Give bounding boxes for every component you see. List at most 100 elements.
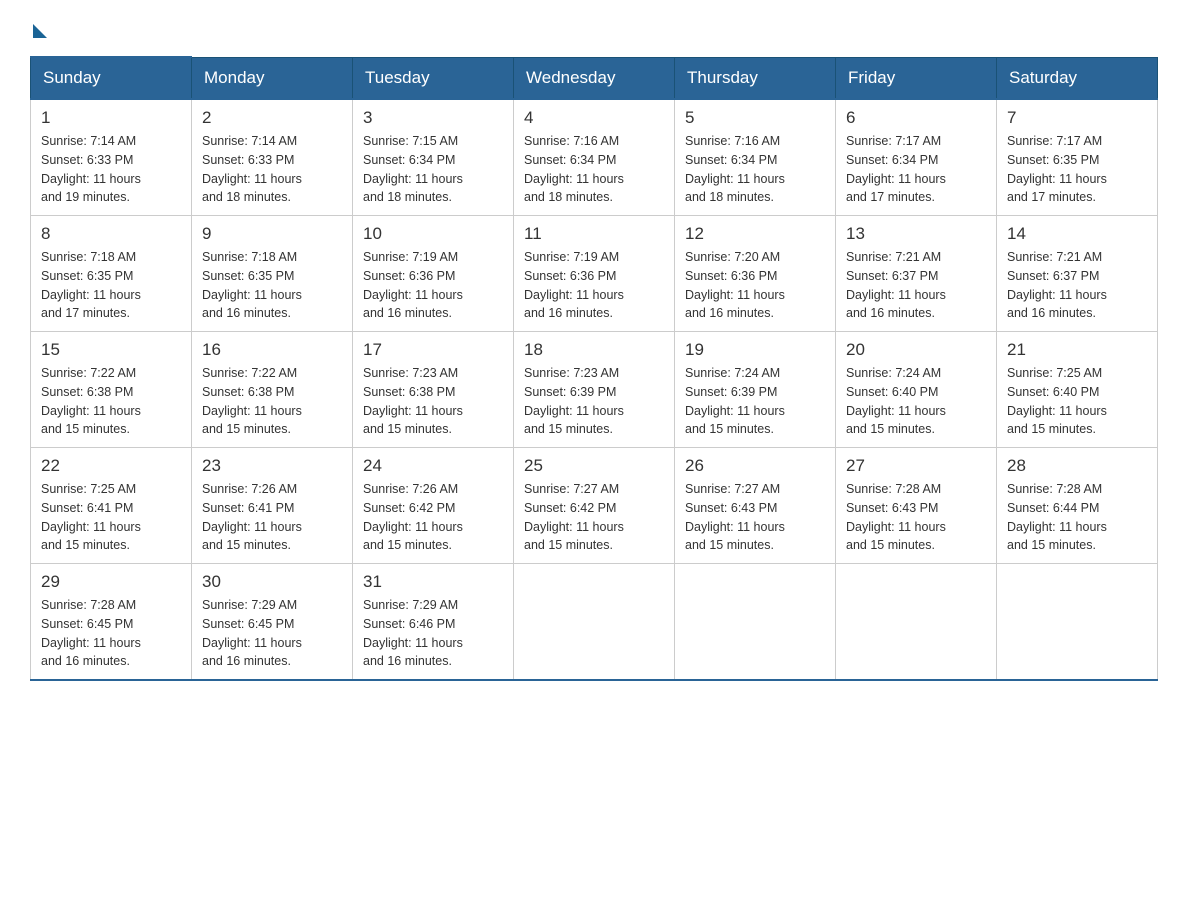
day-number: 19 [685,340,825,360]
day-number: 28 [1007,456,1147,476]
day-info: Sunrise: 7:21 AM Sunset: 6:37 PM Dayligh… [846,248,986,323]
calendar-cell: 12 Sunrise: 7:20 AM Sunset: 6:36 PM Dayl… [675,216,836,332]
day-number: 6 [846,108,986,128]
day-info: Sunrise: 7:16 AM Sunset: 6:34 PM Dayligh… [524,132,664,207]
calendar-cell [997,564,1158,681]
calendar-cell: 2 Sunrise: 7:14 AM Sunset: 6:33 PM Dayli… [192,99,353,216]
calendar-cell: 11 Sunrise: 7:19 AM Sunset: 6:36 PM Dayl… [514,216,675,332]
calendar-cell: 14 Sunrise: 7:21 AM Sunset: 6:37 PM Dayl… [997,216,1158,332]
day-info: Sunrise: 7:27 AM Sunset: 6:42 PM Dayligh… [524,480,664,555]
day-number: 15 [41,340,181,360]
day-number: 4 [524,108,664,128]
calendar-cell: 27 Sunrise: 7:28 AM Sunset: 6:43 PM Dayl… [836,448,997,564]
day-number: 3 [363,108,503,128]
calendar-cell: 28 Sunrise: 7:28 AM Sunset: 6:44 PM Dayl… [997,448,1158,564]
day-info: Sunrise: 7:23 AM Sunset: 6:39 PM Dayligh… [524,364,664,439]
day-number: 31 [363,572,503,592]
day-number: 16 [202,340,342,360]
calendar-cell: 1 Sunrise: 7:14 AM Sunset: 6:33 PM Dayli… [31,99,192,216]
day-number: 10 [363,224,503,244]
calendar-cell: 19 Sunrise: 7:24 AM Sunset: 6:39 PM Dayl… [675,332,836,448]
calendar-cell [836,564,997,681]
day-of-week-header: Monday [192,57,353,99]
calendar-cell [675,564,836,681]
day-number: 18 [524,340,664,360]
day-info: Sunrise: 7:19 AM Sunset: 6:36 PM Dayligh… [363,248,503,323]
calendar-week-row: 22 Sunrise: 7:25 AM Sunset: 6:41 PM Dayl… [31,448,1158,564]
day-number: 23 [202,456,342,476]
calendar-cell: 26 Sunrise: 7:27 AM Sunset: 6:43 PM Dayl… [675,448,836,564]
calendar-cell: 4 Sunrise: 7:16 AM Sunset: 6:34 PM Dayli… [514,99,675,216]
calendar-table: SundayMondayTuesdayWednesdayThursdayFrid… [30,56,1158,681]
day-of-week-header: Thursday [675,57,836,99]
day-of-week-header: Sunday [31,57,192,99]
day-number: 26 [685,456,825,476]
day-info: Sunrise: 7:26 AM Sunset: 6:42 PM Dayligh… [363,480,503,555]
calendar-cell: 22 Sunrise: 7:25 AM Sunset: 6:41 PM Dayl… [31,448,192,564]
day-info: Sunrise: 7:29 AM Sunset: 6:46 PM Dayligh… [363,596,503,671]
calendar-cell: 17 Sunrise: 7:23 AM Sunset: 6:38 PM Dayl… [353,332,514,448]
day-number: 9 [202,224,342,244]
calendar-week-row: 15 Sunrise: 7:22 AM Sunset: 6:38 PM Dayl… [31,332,1158,448]
calendar-cell: 29 Sunrise: 7:28 AM Sunset: 6:45 PM Dayl… [31,564,192,681]
calendar-cell: 16 Sunrise: 7:22 AM Sunset: 6:38 PM Dayl… [192,332,353,448]
calendar-cell: 21 Sunrise: 7:25 AM Sunset: 6:40 PM Dayl… [997,332,1158,448]
day-number: 2 [202,108,342,128]
day-info: Sunrise: 7:18 AM Sunset: 6:35 PM Dayligh… [202,248,342,323]
day-number: 11 [524,224,664,244]
day-info: Sunrise: 7:26 AM Sunset: 6:41 PM Dayligh… [202,480,342,555]
calendar-header-row: SundayMondayTuesdayWednesdayThursdayFrid… [31,57,1158,99]
logo-triangle-icon [33,24,47,38]
calendar-cell: 31 Sunrise: 7:29 AM Sunset: 6:46 PM Dayl… [353,564,514,681]
day-info: Sunrise: 7:14 AM Sunset: 6:33 PM Dayligh… [41,132,181,207]
calendar-cell: 9 Sunrise: 7:18 AM Sunset: 6:35 PM Dayli… [192,216,353,332]
day-info: Sunrise: 7:19 AM Sunset: 6:36 PM Dayligh… [524,248,664,323]
day-info: Sunrise: 7:29 AM Sunset: 6:45 PM Dayligh… [202,596,342,671]
calendar-cell: 25 Sunrise: 7:27 AM Sunset: 6:42 PM Dayl… [514,448,675,564]
day-number: 12 [685,224,825,244]
day-info: Sunrise: 7:20 AM Sunset: 6:36 PM Dayligh… [685,248,825,323]
calendar-cell: 13 Sunrise: 7:21 AM Sunset: 6:37 PM Dayl… [836,216,997,332]
calendar-cell: 5 Sunrise: 7:16 AM Sunset: 6:34 PM Dayli… [675,99,836,216]
day-number: 21 [1007,340,1147,360]
day-info: Sunrise: 7:15 AM Sunset: 6:34 PM Dayligh… [363,132,503,207]
day-info: Sunrise: 7:27 AM Sunset: 6:43 PM Dayligh… [685,480,825,555]
day-info: Sunrise: 7:22 AM Sunset: 6:38 PM Dayligh… [202,364,342,439]
day-number: 8 [41,224,181,244]
page-header [30,20,1158,36]
calendar-cell: 18 Sunrise: 7:23 AM Sunset: 6:39 PM Dayl… [514,332,675,448]
day-of-week-header: Friday [836,57,997,99]
day-info: Sunrise: 7:24 AM Sunset: 6:39 PM Dayligh… [685,364,825,439]
calendar-cell: 15 Sunrise: 7:22 AM Sunset: 6:38 PM Dayl… [31,332,192,448]
day-info: Sunrise: 7:25 AM Sunset: 6:40 PM Dayligh… [1007,364,1147,439]
day-number: 24 [363,456,503,476]
day-number: 20 [846,340,986,360]
day-number: 17 [363,340,503,360]
day-info: Sunrise: 7:23 AM Sunset: 6:38 PM Dayligh… [363,364,503,439]
day-number: 1 [41,108,181,128]
day-number: 13 [846,224,986,244]
day-number: 14 [1007,224,1147,244]
day-of-week-header: Tuesday [353,57,514,99]
day-number: 29 [41,572,181,592]
day-number: 7 [1007,108,1147,128]
day-info: Sunrise: 7:21 AM Sunset: 6:37 PM Dayligh… [1007,248,1147,323]
day-number: 5 [685,108,825,128]
day-of-week-header: Saturday [997,57,1158,99]
calendar-cell [514,564,675,681]
day-info: Sunrise: 7:24 AM Sunset: 6:40 PM Dayligh… [846,364,986,439]
calendar-cell: 7 Sunrise: 7:17 AM Sunset: 6:35 PM Dayli… [997,99,1158,216]
day-info: Sunrise: 7:28 AM Sunset: 6:45 PM Dayligh… [41,596,181,671]
day-info: Sunrise: 7:17 AM Sunset: 6:34 PM Dayligh… [846,132,986,207]
calendar-week-row: 29 Sunrise: 7:28 AM Sunset: 6:45 PM Dayl… [31,564,1158,681]
day-info: Sunrise: 7:28 AM Sunset: 6:43 PM Dayligh… [846,480,986,555]
day-info: Sunrise: 7:25 AM Sunset: 6:41 PM Dayligh… [41,480,181,555]
day-info: Sunrise: 7:22 AM Sunset: 6:38 PM Dayligh… [41,364,181,439]
day-number: 27 [846,456,986,476]
calendar-cell: 6 Sunrise: 7:17 AM Sunset: 6:34 PM Dayli… [836,99,997,216]
calendar-cell: 8 Sunrise: 7:18 AM Sunset: 6:35 PM Dayli… [31,216,192,332]
calendar-week-row: 1 Sunrise: 7:14 AM Sunset: 6:33 PM Dayli… [31,99,1158,216]
day-number: 22 [41,456,181,476]
calendar-cell: 23 Sunrise: 7:26 AM Sunset: 6:41 PM Dayl… [192,448,353,564]
calendar-cell: 3 Sunrise: 7:15 AM Sunset: 6:34 PM Dayli… [353,99,514,216]
